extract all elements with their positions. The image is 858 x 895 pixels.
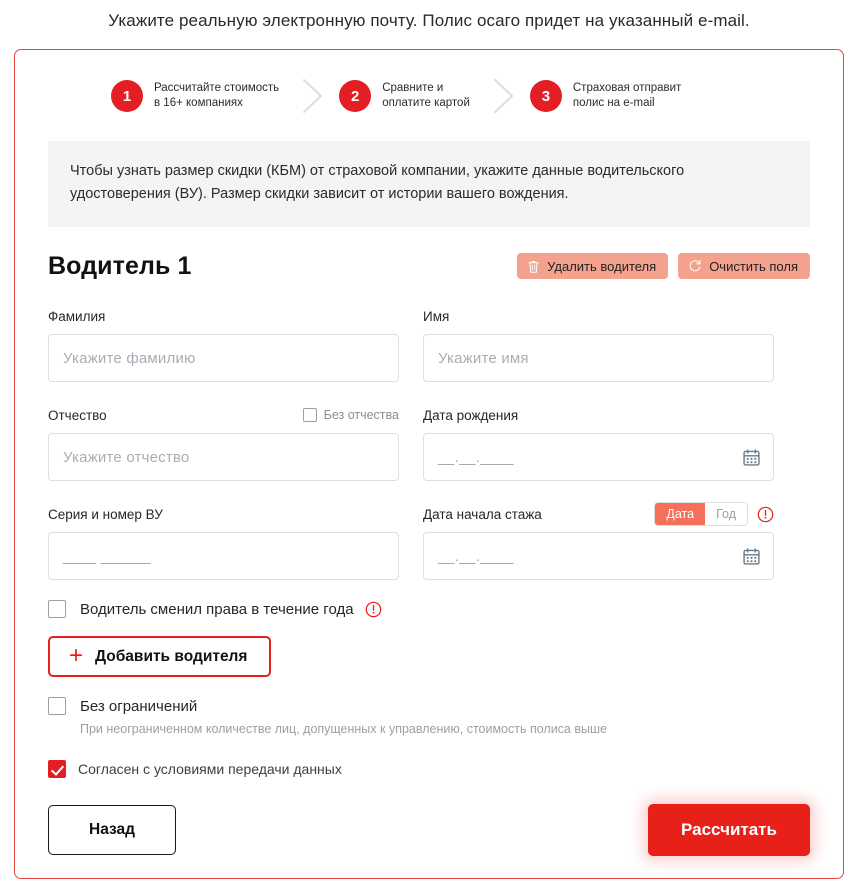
agreement-row[interactable]: Согласен с условиями передачи данных: [48, 760, 810, 778]
delete-driver-label: Удалить водителя: [547, 258, 657, 274]
form-footer: Назад Рассчитать: [48, 804, 810, 856]
delete-driver-button[interactable]: Удалить водителя: [517, 253, 669, 279]
field-firstname-head: Имя: [423, 307, 774, 325]
experience-date-mask: __.__.____: [438, 548, 515, 564]
page-root: Укажите реальную электронную почту. Поли…: [0, 0, 858, 895]
form-row-name: Фамилия Укажите фамилию Имя Укажите имя: [48, 307, 810, 382]
experience-date-input[interactable]: __.__.____: [423, 532, 774, 580]
step-2-label: Сравните и оплатите картой: [382, 82, 470, 109]
info-alert-icon[interactable]: [757, 506, 774, 523]
plus-icon: +: [69, 641, 84, 669]
driver-form: Фамилия Укажите фамилию Имя Укажите имя: [48, 307, 810, 778]
info-alert-icon[interactable]: [365, 601, 382, 618]
driver-title: Водитель 1: [48, 251, 192, 280]
no-patronymic-checkbox[interactable]: [302, 408, 317, 422]
field-experience-label: Дата начала стажа: [423, 506, 542, 522]
step-2: 2 Сравните и оплатите картой: [339, 80, 470, 112]
field-patronymic-label: Отчество: [48, 407, 107, 423]
unlimited-drivers-label: Без ограничений: [80, 697, 198, 715]
calendar-icon[interactable]: [741, 546, 761, 566]
field-license-head: Серия и номер ВУ: [48, 505, 399, 523]
field-experience: Дата начала стажа Дата Год __.__.____: [423, 502, 774, 580]
field-birthdate-head: Дата рождения: [423, 406, 774, 424]
field-experience-head: Дата начала стажа Дата Год: [423, 502, 774, 526]
refresh-icon: [688, 259, 702, 273]
unlimited-drivers-checkbox[interactable]: [48, 697, 66, 715]
firstname-input[interactable]: Укажите имя: [423, 334, 774, 382]
step-1: 1 Рассчитайте стоимость в 16+ компаниях: [111, 80, 279, 112]
license-mask: ____ ______: [63, 548, 152, 564]
add-driver-button[interactable]: + Добавить водителя: [48, 636, 272, 677]
field-firstname: Имя Укажите имя: [423, 307, 774, 382]
unlimited-drivers-row[interactable]: Без ограничений: [48, 697, 810, 715]
step-3: 3 Страховая отправит полис на e-mail: [529, 80, 682, 112]
agreement-label: Согласен с условиями передачи данных: [78, 761, 342, 777]
steps-indicator: 1 Рассчитайте стоимость в 16+ компаниях …: [15, 50, 843, 115]
agreement-checkbox[interactable]: [48, 760, 66, 778]
field-lastname: Фамилия Укажите фамилию: [48, 307, 399, 382]
step-3-label: Страховая отправит полис на e-mail: [572, 82, 682, 109]
form-row-patronymic-birth: Отчество Без отчества Укажите отчество Д…: [48, 406, 810, 481]
clear-fields-label: Очистить поля: [709, 258, 798, 274]
changed-license-row[interactable]: Водитель сменил права в течение года: [48, 600, 810, 618]
birthdate-mask: __.__.____: [438, 449, 515, 465]
toggle-option-date[interactable]: Дата: [655, 503, 706, 525]
license-input[interactable]: ____ ______: [48, 532, 399, 580]
field-firstname-label: Имя: [423, 308, 450, 324]
step-3-badge: 3: [529, 80, 562, 112]
experience-head-right: Дата Год: [654, 502, 774, 526]
trash-icon: [527, 259, 540, 274]
toggle-option-year[interactable]: Год: [705, 503, 747, 525]
kbm-info-banner: Чтобы узнать размер скидки (КБМ) от стра…: [48, 141, 810, 227]
lastname-placeholder: Укажите фамилию: [63, 349, 196, 367]
calculate-button[interactable]: Рассчитать: [648, 804, 810, 856]
osago-form-card: 1 Рассчитайте стоимость в 16+ компаниях …: [14, 49, 844, 879]
step-1-badge: 1: [111, 80, 143, 112]
birthdate-input[interactable]: __.__.____: [423, 433, 774, 481]
field-lastname-label: Фамилия: [48, 308, 106, 324]
changed-license-checkbox[interactable]: [48, 600, 66, 618]
chevron-right-icon-2: [484, 77, 524, 115]
step-2-badge: 2: [339, 80, 372, 112]
field-license-label: Серия и номер ВУ: [48, 506, 163, 522]
driver-header-actions: Удалить водителя Очистить поля: [517, 253, 810, 279]
no-patronymic-checkbox-row[interactable]: Без отчества: [302, 408, 399, 422]
firstname-placeholder: Укажите имя: [438, 349, 529, 367]
field-lastname-head: Фамилия: [48, 307, 399, 325]
field-patronymic: Отчество Без отчества Укажите отчество: [48, 406, 399, 481]
add-driver-label: Добавить водителя: [95, 647, 248, 665]
driver-header: Водитель 1 Удалить водителя Очистить пол…: [48, 249, 810, 283]
changed-license-label: Водитель сменил права в течение года: [80, 600, 354, 618]
step-1-label: Рассчитайте стоимость в 16+ компаниях: [154, 82, 280, 109]
patronymic-input[interactable]: Укажите отчество: [48, 433, 399, 481]
top-notice: Укажите реальную электронную почту. Поли…: [108, 11, 750, 30]
back-button[interactable]: Назад: [48, 805, 176, 855]
chevron-right-icon-1: [293, 77, 333, 115]
field-patronymic-head: Отчество Без отчества: [48, 406, 399, 424]
field-license: Серия и номер ВУ ____ ______: [48, 505, 399, 580]
unlimited-drivers-hint: При неограниченном количестве лиц, допущ…: [80, 722, 607, 736]
experience-mode-toggle[interactable]: Дата Год: [654, 502, 748, 526]
form-row-license-experience: Серия и номер ВУ ____ ______ Дата начала…: [48, 502, 810, 580]
patronymic-placeholder: Укажите отчество: [63, 448, 190, 466]
field-birthdate-label: Дата рождения: [423, 407, 519, 423]
calendar-icon[interactable]: [741, 447, 761, 467]
no-patronymic-label: Без отчества: [323, 408, 399, 422]
field-birthdate: Дата рождения __.__.____: [423, 406, 774, 481]
lastname-input[interactable]: Укажите фамилию: [48, 334, 399, 382]
clear-fields-button[interactable]: Очистить поля: [678, 253, 810, 279]
